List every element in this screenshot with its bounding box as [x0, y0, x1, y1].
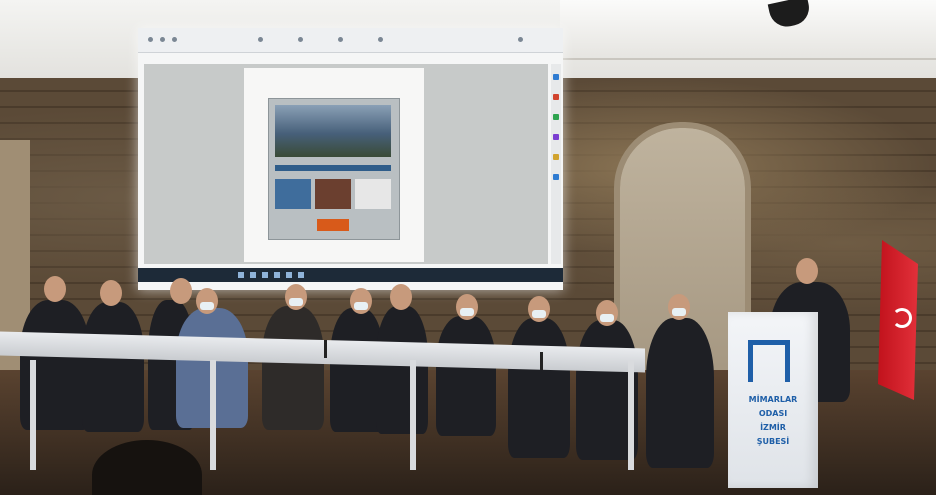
face-mask [532, 310, 546, 318]
face-mask [200, 302, 214, 310]
panelist-head [285, 284, 307, 310]
table-leg [30, 360, 36, 470]
taskbar-icon [262, 272, 268, 278]
side-toolbar [551, 64, 561, 264]
taskbar-icon [274, 272, 280, 278]
taskbar-icon [286, 272, 292, 278]
taskbar-icon [298, 272, 304, 278]
podium: MİMARLAR ODASI İZMİR ŞUBESİ [728, 312, 818, 488]
document-page [244, 68, 424, 262]
face-mask [460, 308, 474, 316]
panelist-head [196, 288, 218, 314]
face-mask [672, 308, 686, 316]
speaker-head [796, 258, 818, 284]
cover-title-bar [275, 165, 391, 171]
cover-thumbnail [275, 179, 311, 209]
face-mask [354, 302, 368, 310]
cover-aerial-photo [275, 105, 391, 157]
tool-icon [553, 154, 559, 160]
podium-logo-icon [748, 340, 790, 382]
flag-crescent-icon [892, 308, 912, 328]
podium-text-line: ODASI [758, 409, 788, 418]
table-leg [210, 360, 216, 470]
tool-icon [553, 114, 559, 120]
panelist [376, 306, 428, 434]
panelist-head [668, 294, 690, 320]
panelist [646, 318, 714, 468]
podium-text-line: İZMİR [760, 423, 786, 432]
tool-icon [553, 74, 559, 80]
ceiling-beam [560, 0, 936, 60]
cover-logo [317, 219, 349, 231]
tool-icon [553, 134, 559, 140]
toolbar-icon [160, 37, 165, 42]
taskbar [138, 268, 563, 282]
document-viewport [144, 64, 548, 264]
panelist [262, 306, 324, 430]
microphone [324, 340, 327, 358]
panelist-head [390, 284, 412, 310]
toolbar-icon [172, 37, 177, 42]
panelist-head [350, 288, 372, 314]
tool-icon [553, 94, 559, 100]
cover-thumbnail [355, 179, 391, 209]
panelist-head [44, 276, 66, 302]
tool-icon [553, 174, 559, 180]
microphone [540, 352, 543, 370]
face-mask [289, 298, 303, 306]
toolbar-icon [148, 37, 153, 42]
face-mask [600, 314, 614, 322]
podium-text-line: ŞUBESİ [756, 437, 790, 446]
toolbar-icon [518, 37, 523, 42]
podium-text-line: MİMARLAR [748, 395, 798, 404]
projector-screen [138, 28, 563, 290]
toolbar-icon [298, 37, 303, 42]
report-cover [268, 98, 400, 240]
panelist-head [528, 296, 550, 322]
table-leg [410, 360, 416, 470]
panelist-head [596, 300, 618, 326]
panelist-head [100, 280, 122, 306]
table-leg [628, 360, 634, 470]
taskbar-icon [238, 272, 244, 278]
panelist [436, 316, 496, 436]
panelist [82, 302, 144, 432]
pdf-toolbar [138, 28, 563, 53]
taskbar-icon [250, 272, 256, 278]
photo-scene: MİMARLAR ODASI İZMİR ŞUBESİ [0, 0, 936, 495]
panelist [508, 318, 570, 458]
cover-thumbnail [315, 179, 351, 209]
panelist-head [170, 278, 192, 304]
toolbar-icon [258, 37, 263, 42]
toolbar-icon [378, 37, 383, 42]
toolbar-icon [338, 37, 343, 42]
panelist-head [456, 294, 478, 320]
